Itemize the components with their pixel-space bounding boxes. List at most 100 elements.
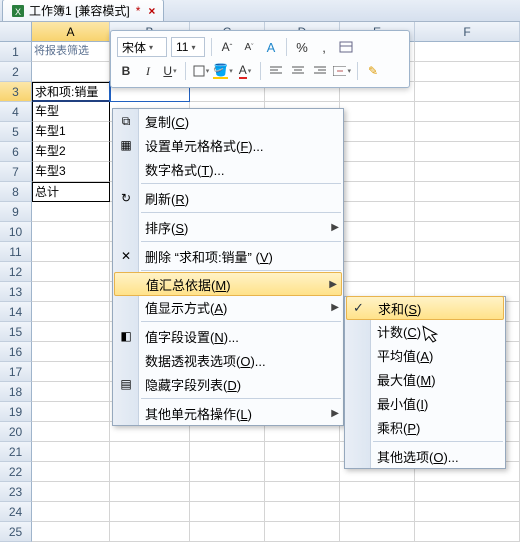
menu-item[interactable]: 值汇总依据(M)▶ xyxy=(114,272,342,296)
row-header[interactable]: 9 xyxy=(0,202,32,222)
cell-E24[interactable] xyxy=(340,502,415,522)
bold-button[interactable]: B xyxy=(117,62,135,80)
clear-format-button[interactable]: A xyxy=(262,38,280,56)
cell-D21[interactable] xyxy=(265,442,340,462)
row-header[interactable]: 6 xyxy=(0,142,32,162)
cell-F1[interactable] xyxy=(415,42,520,62)
cell-A16[interactable] xyxy=(32,342,110,362)
cell-A21[interactable] xyxy=(32,442,110,462)
cell-A1[interactable]: 将报表筛选 xyxy=(32,42,110,62)
cell-A5[interactable]: 车型1 xyxy=(32,122,110,142)
cell-F12[interactable] xyxy=(415,262,520,282)
cell-F10[interactable] xyxy=(415,222,520,242)
align-right-button[interactable] xyxy=(311,62,329,80)
cell-D24[interactable] xyxy=(265,502,340,522)
cell-A20[interactable] xyxy=(32,422,110,442)
cell-E8[interactable] xyxy=(340,182,415,202)
row-header[interactable]: 15 xyxy=(0,322,32,342)
cell-E7[interactable] xyxy=(340,162,415,182)
menu-item[interactable]: 平均值(A) xyxy=(345,343,505,367)
cell-F5[interactable] xyxy=(415,122,520,142)
cell-E10[interactable] xyxy=(340,222,415,242)
cell-A2[interactable] xyxy=(32,62,110,82)
merge-button[interactable]: ▾ xyxy=(333,62,351,80)
cell-A12[interactable] xyxy=(32,262,110,282)
cell-A9[interactable] xyxy=(32,202,110,222)
italic-button[interactable]: I xyxy=(139,62,157,80)
cell-A22[interactable] xyxy=(32,462,110,482)
font-name-select[interactable]: 宋体▾ xyxy=(117,37,167,57)
row-header[interactable]: 12 xyxy=(0,262,32,282)
menu-item[interactable]: 最小值(I) xyxy=(345,391,505,415)
cell-F3[interactable] xyxy=(415,82,520,102)
cell-E9[interactable] xyxy=(340,202,415,222)
cell-D22[interactable] xyxy=(265,462,340,482)
row-header[interactable]: 3 xyxy=(0,82,32,102)
menu-item[interactable]: 值显示方式(A)▶ xyxy=(113,295,343,319)
cell-A17[interactable] xyxy=(32,362,110,382)
format-painter-button[interactable]: ✎ xyxy=(364,62,382,80)
shrink-font-button[interactable]: Aˇ xyxy=(240,38,258,56)
menu-item[interactable]: ▦设置单元格格式(F)... xyxy=(113,133,343,157)
menu-item[interactable]: ◧值字段设置(N)... xyxy=(113,324,343,348)
row-header[interactable]: 23 xyxy=(0,482,32,502)
cell-B24[interactable] xyxy=(110,502,190,522)
menu-item[interactable]: ⧉复制(C) xyxy=(113,109,343,133)
cell-D23[interactable] xyxy=(265,482,340,502)
cell-A18[interactable] xyxy=(32,382,110,402)
cell-E5[interactable] xyxy=(340,122,415,142)
row-header[interactable]: 14 xyxy=(0,302,32,322)
cell-F11[interactable] xyxy=(415,242,520,262)
menu-item[interactable]: 其他选项(O)... xyxy=(345,444,505,468)
select-all-corner[interactable] xyxy=(0,22,32,42)
cell-E12[interactable] xyxy=(340,262,415,282)
cell-B25[interactable] xyxy=(110,522,190,542)
menu-item[interactable]: 其他单元格操作(L)▶ xyxy=(113,401,343,425)
cell-F25[interactable] xyxy=(415,522,520,542)
cell-C22[interactable] xyxy=(190,462,265,482)
cell-C25[interactable] xyxy=(190,522,265,542)
grow-font-button[interactable]: Aˆ xyxy=(218,38,236,56)
cell-F8[interactable] xyxy=(415,182,520,202)
row-header[interactable]: 20 xyxy=(0,422,32,442)
row-header[interactable]: 5 xyxy=(0,122,32,142)
row-header[interactable]: 10 xyxy=(0,222,32,242)
cell-A24[interactable] xyxy=(32,502,110,522)
workbook-tab[interactable]: X 工作簿1 [兼容模式] * × xyxy=(2,0,164,21)
row-header[interactable]: 1 xyxy=(0,42,32,62)
cell-B21[interactable] xyxy=(110,442,190,462)
cell-F4[interactable] xyxy=(415,102,520,122)
align-left-button[interactable] xyxy=(267,62,285,80)
cell-C23[interactable] xyxy=(190,482,265,502)
row-header[interactable]: 17 xyxy=(0,362,32,382)
row-header[interactable]: 11 xyxy=(0,242,32,262)
cell-E23[interactable] xyxy=(340,482,415,502)
cell-A4[interactable]: 车型 xyxy=(32,102,110,122)
fill-color-button[interactable]: 🪣▾ xyxy=(214,62,232,80)
column-header-A[interactable]: A xyxy=(32,22,110,42)
cell-F7[interactable] xyxy=(415,162,520,182)
cell-A8[interactable]: 总计 xyxy=(32,182,110,202)
cell-A25[interactable] xyxy=(32,522,110,542)
row-header[interactable]: 16 xyxy=(0,342,32,362)
cell-A19[interactable] xyxy=(32,402,110,422)
row-header[interactable]: 25 xyxy=(0,522,32,542)
cell-F9[interactable] xyxy=(415,202,520,222)
cell-E6[interactable] xyxy=(340,142,415,162)
font-color-button[interactable]: A▾ xyxy=(236,62,254,80)
cell-A7[interactable]: 车型3 xyxy=(32,162,110,182)
row-header[interactable]: 7 xyxy=(0,162,32,182)
menu-item[interactable]: 数字格式(T)... xyxy=(113,157,343,181)
underline-button[interactable]: U▾ xyxy=(161,62,179,80)
row-header[interactable]: 4 xyxy=(0,102,32,122)
cell-F24[interactable] xyxy=(415,502,520,522)
cell-E4[interactable] xyxy=(340,102,415,122)
row-header[interactable]: 22 xyxy=(0,462,32,482)
cell-B22[interactable] xyxy=(110,462,190,482)
row-header[interactable]: 24 xyxy=(0,502,32,522)
cell-A13[interactable] xyxy=(32,282,110,302)
border-button[interactable]: ▾ xyxy=(192,62,210,80)
row-header[interactable]: 8 xyxy=(0,182,32,202)
cell-A11[interactable] xyxy=(32,242,110,262)
cell-E25[interactable] xyxy=(340,522,415,542)
